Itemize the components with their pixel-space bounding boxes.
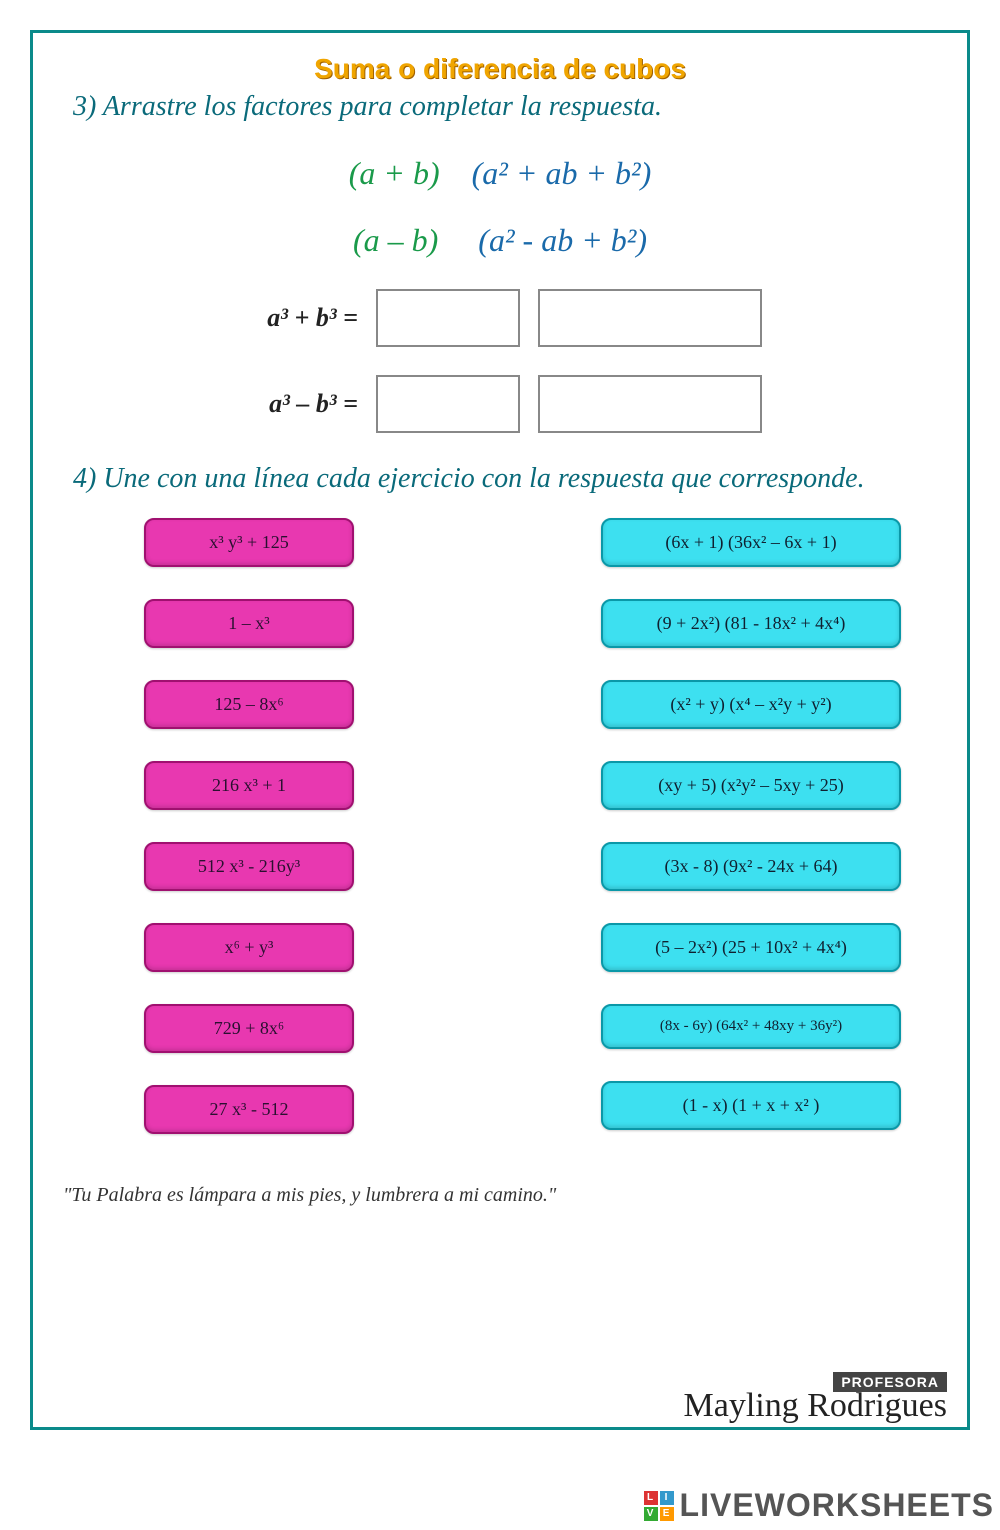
match-left-item[interactable]: 1 – x³ [144, 599, 354, 648]
match-right-item[interactable]: (6x + 1) (36x² – 6x + 1) [601, 518, 901, 567]
drag-expand-diff[interactable]: (a² - ab + b²) [478, 222, 647, 258]
draggable-row-2: (a – b) (a² - ab + b²) [63, 222, 937, 259]
match-left-item[interactable]: 216 x³ + 1 [144, 761, 354, 810]
label-sum-cubes: a³ + b³ = [238, 303, 358, 333]
match-right-item[interactable]: (xy + 5) (x²y² – 5xy + 25) [601, 761, 901, 810]
match-right-item[interactable]: (8x - 6y) (64x² + 48xy + 36y²) [601, 1004, 901, 1049]
q3-instruction: 3) Arrastre los factores para completar … [73, 89, 937, 125]
match-left-item[interactable]: 27 x³ - 512 [144, 1085, 354, 1134]
matching-area: x³ y³ + 125 1 – x³ 125 – 8x⁶ 216 x³ + 1 … [73, 518, 927, 1134]
label-diff-cubes: a³ – b³ = [238, 389, 358, 419]
match-right-item[interactable]: (x² + y) (x⁴ – x²y + y²) [601, 680, 901, 729]
q4-instruction: 4) Une con una línea cada ejercicio con … [73, 461, 937, 497]
match-right-column: (6x + 1) (36x² – 6x + 1) (9 + 2x²) (81 -… [575, 518, 927, 1134]
match-left-item[interactable]: 512 x³ - 216y³ [144, 842, 354, 891]
drag-factor-aplusb[interactable]: (a + b) [349, 155, 440, 191]
liveworksheets-icon: LIVE [644, 1491, 674, 1521]
match-right-item[interactable]: (5 – 2x²) (25 + 10x² + 4x⁴) [601, 923, 901, 972]
dropzone-diff-factor[interactable] [376, 375, 520, 433]
match-left-item[interactable]: 125 – 8x⁶ [144, 680, 354, 729]
dropzone-diff-expand[interactable] [538, 375, 762, 433]
dropzone-sum-factor[interactable] [376, 289, 520, 347]
worksheet-page: Suma o diferencia de cubos 3) Arrastre l… [30, 30, 970, 1430]
answer-row-diff: a³ – b³ = [63, 375, 937, 433]
drag-factor-aminusb[interactable]: (a – b) [353, 222, 438, 258]
match-right-item[interactable]: (3x - 8) (9x² - 24x + 64) [601, 842, 901, 891]
footer-quote: "Tu Palabra es lámpara a mis pies, y lum… [63, 1184, 937, 1207]
signature-name: Mayling Rodrigues [684, 1387, 947, 1424]
liveworksheets-watermark: LIVE LIVEWORKSHEETS [644, 1487, 994, 1524]
match-right-item[interactable]: (1 - x) (1 + x + x² ) [601, 1081, 901, 1130]
dropzone-sum-expand[interactable] [538, 289, 762, 347]
page-title: Suma o diferencia de cubos [63, 53, 937, 85]
draggable-row-1: (a + b) (a² + ab + b²) [63, 155, 937, 192]
match-right-item[interactable]: (9 + 2x²) (81 - 18x² + 4x⁴) [601, 599, 901, 648]
match-left-item[interactable]: 729 + 8x⁶ [144, 1004, 354, 1053]
match-left-column: x³ y³ + 125 1 – x³ 125 – 8x⁶ 216 x³ + 1 … [73, 518, 425, 1134]
match-left-item[interactable]: x³ y³ + 125 [144, 518, 354, 567]
drag-expand-sum[interactable]: (a² + ab + b²) [472, 155, 652, 191]
answer-row-sum: a³ + b³ = [63, 289, 937, 347]
teacher-signature: PROFESORA Mayling Rodrigues [684, 1372, 947, 1421]
watermark-text: LIVEWORKSHEETS [680, 1487, 994, 1524]
match-left-item[interactable]: x⁶ + y³ [144, 923, 354, 972]
